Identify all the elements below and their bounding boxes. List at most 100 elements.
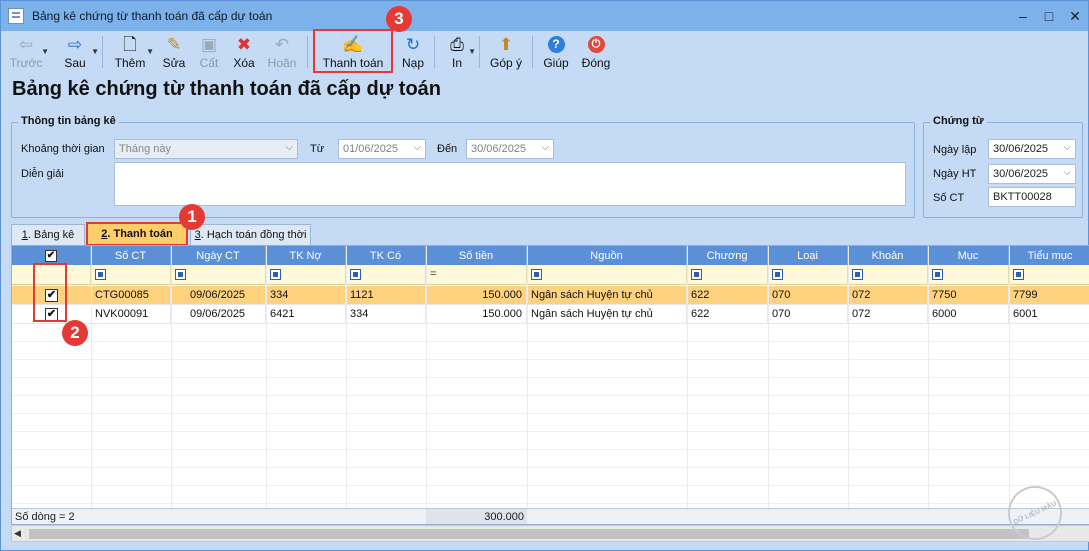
col-nguon[interactable]: Nguồn [527,246,687,265]
cell-khoan[interactable]: 072 [848,305,928,324]
cell-so-ct[interactable]: CTG00085 [91,286,171,305]
filter-icon[interactable] [1013,269,1024,280]
filter-cell[interactable]: = [426,265,527,285]
cell-so-ct[interactable]: NVK00091 [91,305,171,324]
cell-tk-no[interactable]: 334 [266,286,346,305]
col-so-tien[interactable]: Số tiền [426,246,527,265]
close-button[interactable]: ⏻ Đóng [578,31,614,73]
cell-muc[interactable]: 7750 [928,286,1009,305]
period-select[interactable]: Tháng này ⌵ [114,139,298,159]
select-all-checkbox[interactable]: ✔ [45,249,57,262]
dropdown-arrow-icon[interactable]: ▼ [91,47,99,56]
close-window-button[interactable]: ✕ [1062,1,1088,31]
arrow-left-icon: ⇦ [18,34,34,54]
cell-nguon[interactable]: Ngân sách Huyện tự chủ [527,305,687,324]
filter-icon[interactable] [350,269,361,280]
from-date-field[interactable]: 01/06/2025 ⌵ [338,139,426,159]
chevron-down-icon: ⌵ [1063,142,1071,153]
minimize-button[interactable]: – [1010,1,1036,31]
cell-loai[interactable]: 070 [768,286,848,305]
filter-cell[interactable] [171,265,266,285]
maximize-button[interactable]: □ [1036,1,1062,31]
filter-icon[interactable] [531,269,542,280]
column-divider [848,246,849,524]
print-button[interactable]: ⎙ In ▼ [440,31,476,73]
to-date-field[interactable]: 30/06/2025 ⌵ [466,139,554,159]
add-button[interactable]: 🗋 Thêm ▼ [108,31,154,73]
cell-khoan[interactable]: 072 [848,286,928,305]
filter-cell[interactable] [687,265,768,285]
pay-button[interactable]: ✍ Thanh toán [313,29,393,73]
tab-thanh-toan[interactable]: 2. Thanh toán [86,222,188,246]
scrollbar-thumb[interactable] [29,529,1029,539]
col-tk-co[interactable]: TK Có [346,246,426,265]
next-button[interactable]: ⇨ Sau ▼ [53,31,99,73]
cell-tieu-muc[interactable]: 6001 [1009,305,1089,324]
cell-ngay-ct[interactable]: 09/06/2025 [171,305,266,324]
col-tk-no[interactable]: TK Nợ [266,246,346,265]
scroll-left-icon[interactable]: ◀ [14,528,21,539]
col-muc[interactable]: Mục [928,246,1009,265]
voucher-no-label: Số CT [933,192,965,204]
equals-icon[interactable]: = [430,268,436,280]
col-tieu-muc[interactable]: Tiểu mục [1009,246,1089,265]
edit-button[interactable]: ✎ Sửa [156,31,192,73]
filter-cell[interactable] [346,265,426,285]
prev-button[interactable]: ⇦ Trước ▼ [5,31,49,73]
description-field[interactable] [114,162,906,206]
cell-tk-co[interactable]: 334 [346,305,426,324]
filter-icon[interactable] [852,269,863,280]
tab-bang-ke[interactable]: 1. Bảng kê [11,224,85,245]
filter-icon[interactable] [175,269,186,280]
chevron-down-icon: ⌵ [413,142,421,153]
filter-cell[interactable] [928,265,1009,285]
cell-loai[interactable]: 070 [768,305,848,324]
filter-cell[interactable] [527,265,687,285]
info-group-title: Thông tin bảng kê [18,115,119,127]
cell-tieu-muc[interactable]: 7799 [1009,286,1089,305]
posting-date-field[interactable]: 30/06/2025 ⌵ [988,164,1076,184]
toolbar-separator [479,36,480,68]
dropdown-arrow-icon[interactable]: ▼ [468,47,476,56]
reload-button[interactable]: ↻ Nạp [397,31,429,73]
feedback-button[interactable]: ⬆ Góp ý [485,31,527,73]
horizontal-scrollbar[interactable]: ◀ [11,525,1089,542]
cell-chuong[interactable]: 622 [687,305,768,324]
tab-hach-toan[interactable]: 3. Hạch toán đồng thời [190,224,311,245]
dropdown-arrow-icon[interactable]: ▼ [41,47,49,56]
refresh-icon: ↻ [405,34,421,54]
cell-so-tien[interactable]: 150.000 [426,286,527,305]
filter-cell[interactable] [91,265,171,285]
delete-button[interactable]: ✖ Xóa [226,31,262,73]
filter-icon[interactable] [95,269,106,280]
filter-cell[interactable] [1009,265,1089,285]
cell-ngay-ct[interactable]: 09/06/2025 [171,286,266,305]
cell-tk-no[interactable]: 6421 [266,305,346,324]
filter-icon[interactable] [932,269,943,280]
filter-icon[interactable] [772,269,783,280]
cell-muc[interactable]: 6000 [928,305,1009,324]
voucher-date-field[interactable]: 30/06/2025 ⌵ [988,139,1076,159]
cell-nguon[interactable]: Ngân sách Huyện tự chủ [527,286,687,305]
help-icon: ? [545,34,567,54]
column-divider [768,246,769,524]
col-chuong[interactable]: Chương [687,246,768,265]
dropdown-arrow-icon[interactable]: ▼ [146,47,154,56]
voucher-no-field[interactable]: BKTT00028 [988,187,1076,207]
save-button[interactable]: ▣ Cất [192,31,226,73]
row-count: Số dòng = 2 [15,511,75,523]
filter-icon[interactable] [691,269,702,280]
cell-chuong[interactable]: 622 [687,286,768,305]
filter-cell[interactable] [848,265,928,285]
help-button[interactable]: ? Giúp [538,31,574,73]
col-ngay-ct[interactable]: Ngày CT [171,246,266,265]
cell-so-tien[interactable]: 150.000 [426,305,527,324]
col-khoan[interactable]: Khoản [848,246,928,265]
filter-icon[interactable] [270,269,281,280]
col-loai[interactable]: Loại [768,246,848,265]
filter-cell[interactable] [266,265,346,285]
filter-cell[interactable] [768,265,848,285]
undo-button[interactable]: ↶ Hoãn [262,31,302,73]
col-so-ct[interactable]: Số CT [91,246,171,265]
cell-tk-co[interactable]: 1121 [346,286,426,305]
